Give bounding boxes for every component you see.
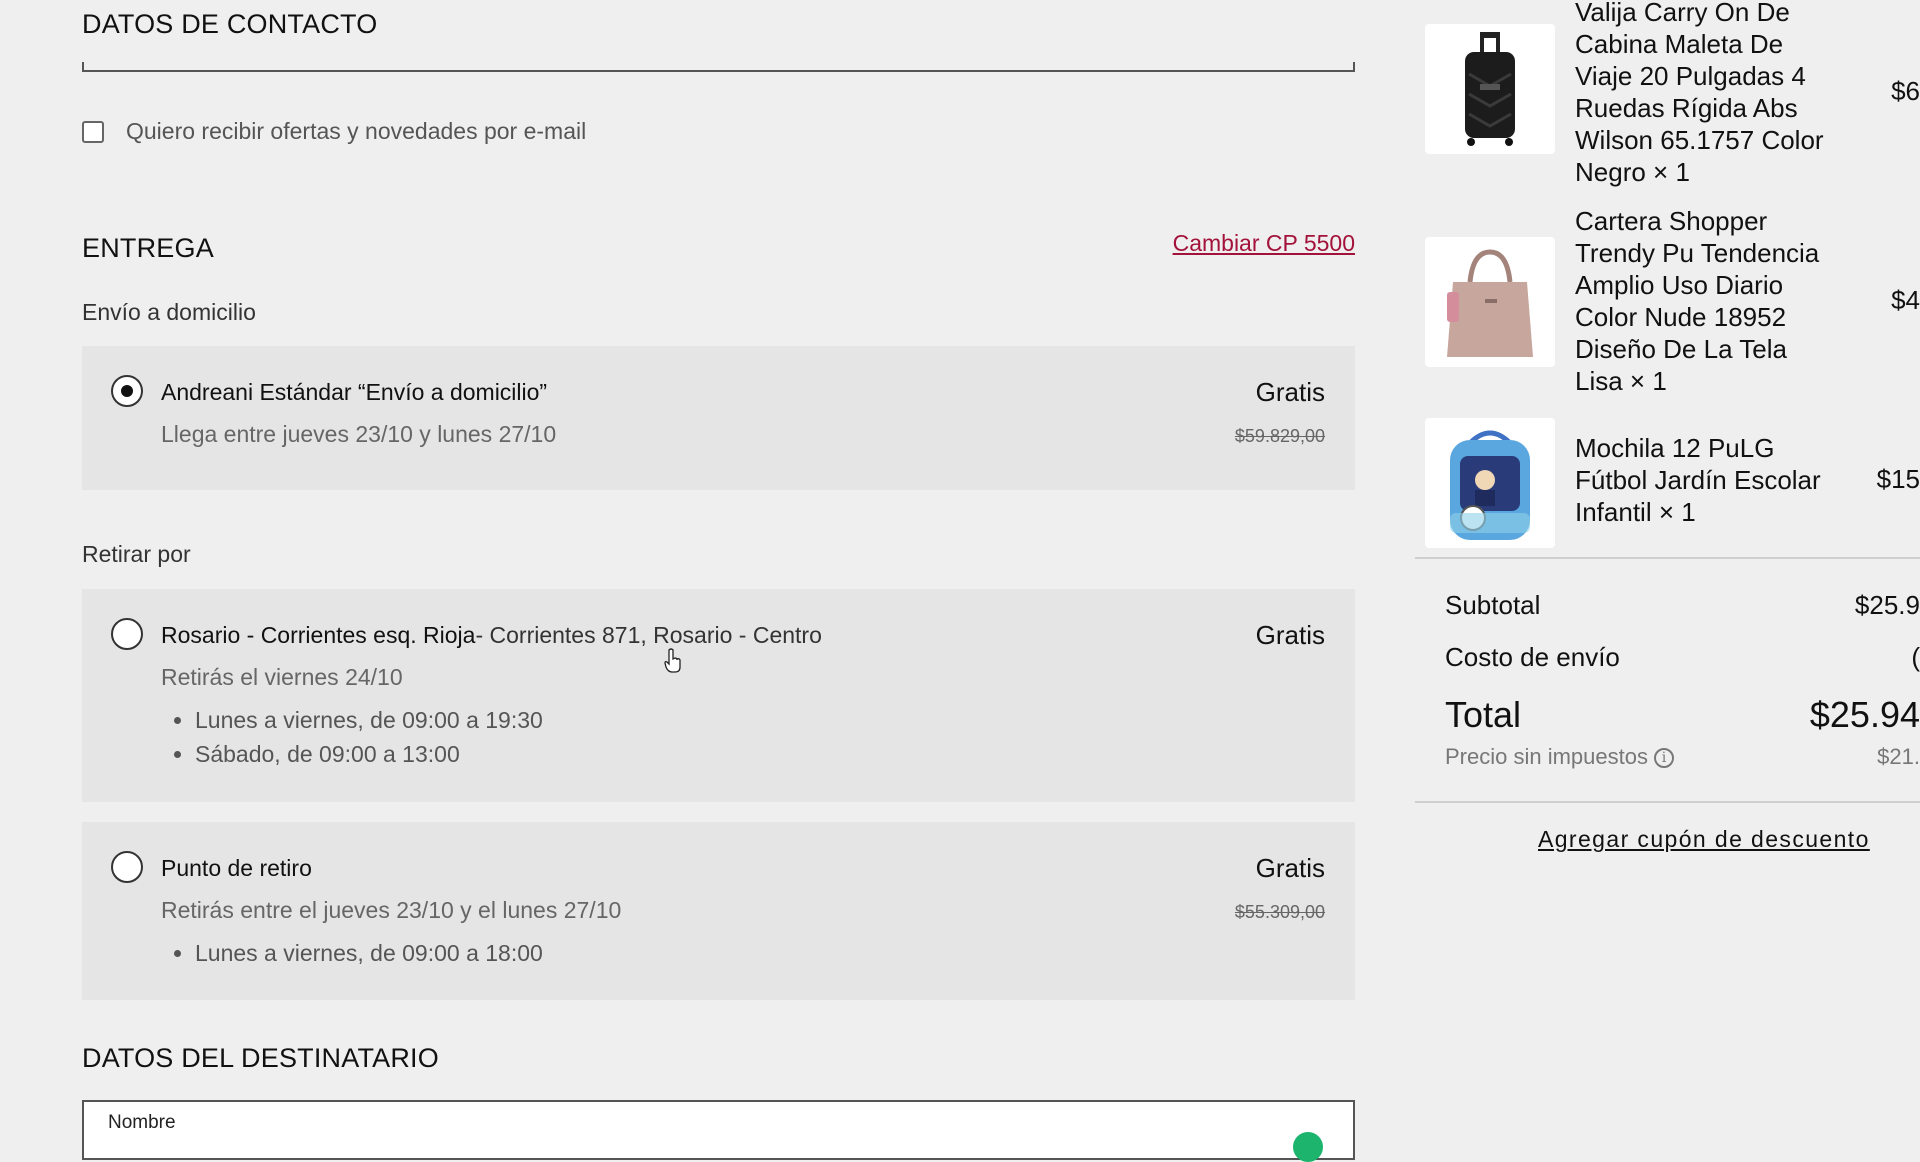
backpack-thumbnail-icon bbox=[1425, 418, 1555, 548]
total-row: Total $25.94 bbox=[1445, 694, 1920, 736]
store-name: Rosario - Corrientes esq. Rioja bbox=[161, 622, 476, 648]
delivery-section-title: ENTREGA bbox=[82, 233, 214, 263]
summary-divider bbox=[1415, 557, 1920, 559]
total-value: $25.94 bbox=[1809, 694, 1920, 735]
subtotal-row: Subtotal $25.9 bbox=[1445, 590, 1920, 621]
store-address: - Corrientes 871, Rosario - Centro bbox=[475, 622, 822, 648]
cart-item: Valija Carry On De Cabina Maleta De Viaj… bbox=[1415, 0, 1920, 190]
home-delivery-old-price: $59.829,00 bbox=[1234, 426, 1325, 446]
cart-item-price: $4 bbox=[1891, 285, 1920, 315]
shipping-cost-value: ( bbox=[1911, 642, 1920, 672]
cart-item-price: $6 bbox=[1891, 76, 1920, 106]
subtotal-value: $25.9 bbox=[1854, 590, 1920, 620]
store-pickup-title: Rosario - Corrientes esq. Rioja- Corrien… bbox=[161, 622, 822, 649]
pickup-group-label: Retirar por bbox=[82, 541, 191, 567]
home-delivery-radio[interactable] bbox=[111, 375, 143, 407]
cart-item-name: Valija Carry On De Cabina Maleta De Viaj… bbox=[1575, 0, 1824, 187]
store-pickup-price: Gratis bbox=[1255, 620, 1325, 650]
pickup-point-old-price: $55.309,00 bbox=[1234, 902, 1325, 922]
home-delivery-group-label: Envío a domicilio bbox=[82, 299, 256, 325]
pickup-point-option[interactable]: Punto de retiro Retirás entre el jueves … bbox=[82, 822, 1355, 1000]
suitcase-thumbnail-icon bbox=[1425, 24, 1555, 154]
tax-value: $21. bbox=[1877, 744, 1920, 769]
pickup-point-hours-list: Lunes a viernes, de 09:00 a 18:00 bbox=[161, 936, 543, 970]
store-pickup-radio[interactable] bbox=[111, 618, 143, 650]
order-summary: Valija Carry On De Cabina Maleta De Viaj… bbox=[1415, 0, 1920, 1140]
cart-item: Mochila 12 PuLG Fútbol Jardín Escolar In… bbox=[1415, 418, 1920, 548]
handbag-thumbnail-icon bbox=[1425, 237, 1555, 367]
info-icon[interactable]: i bbox=[1653, 748, 1674, 769]
store-pickup-date: Retirás el viernes 24/10 bbox=[161, 664, 403, 690]
name-input-label: Nombre bbox=[108, 1112, 176, 1133]
store-hours-item: Sábado, de 09:00 a 13:00 bbox=[195, 737, 543, 771]
total-label: Total bbox=[1445, 694, 1522, 735]
hand-cursor-icon bbox=[664, 648, 681, 673]
store-pickup-option[interactable]: Rosario - Corrientes esq. Rioja- Corrien… bbox=[82, 589, 1355, 802]
subtotal-label: Subtotal bbox=[1445, 590, 1541, 620]
pickup-point-radio[interactable] bbox=[111, 851, 143, 883]
tax-row: Precio sin impuestos i $21. bbox=[1445, 744, 1920, 770]
name-input[interactable]: Nombre bbox=[82, 1100, 1355, 1162]
change-postal-code-link[interactable]: Cambiar CP 5500 bbox=[1173, 230, 1355, 257]
valid-check-icon bbox=[1293, 1132, 1323, 1162]
newsletter-checkbox[interactable] bbox=[82, 120, 104, 143]
cart-item-price: $15 bbox=[1876, 464, 1920, 494]
cart-item-name: Cartera Shopper Trendy Pu Tendencia Ampl… bbox=[1575, 206, 1820, 396]
tax-label: Precio sin impuestos bbox=[1445, 744, 1648, 769]
recipient-section-title: DATOS DEL DESTINATARIO bbox=[82, 1043, 439, 1073]
home-delivery-price: Gratis bbox=[1255, 377, 1325, 407]
newsletter-label: Quiero recibir ofertas y novedades por e… bbox=[126, 118, 587, 144]
home-delivery-eta: Llega entre jueves 23/10 y lunes 27/10 bbox=[161, 421, 557, 447]
home-delivery-option[interactable]: Andreani Estándar “Envío a domicilio” Ll… bbox=[82, 346, 1355, 490]
newsletter-option[interactable]: Quiero recibir ofertas y novedades por e… bbox=[82, 118, 586, 145]
store-hours-list: Lunes a viernes, de 09:00 a 19:30 Sábado… bbox=[161, 703, 543, 771]
pickup-point-date: Retirás entre el jueves 23/10 y el lunes… bbox=[161, 897, 622, 923]
home-delivery-title: Andreani Estándar “Envío a domicilio” bbox=[161, 379, 548, 405]
pickup-point-hours-item: Lunes a viernes, de 09:00 a 18:00 bbox=[195, 936, 543, 970]
summary-divider bbox=[1415, 801, 1920, 803]
shipping-cost-row: Costo de envío ( bbox=[1445, 642, 1920, 673]
shipping-cost-label: Costo de envío bbox=[1445, 642, 1620, 672]
pickup-point-title: Punto de retiro bbox=[161, 855, 312, 881]
store-hours-item: Lunes a viernes, de 09:00 a 19:30 bbox=[195, 703, 543, 737]
cart-item-name: Mochila 12 PuLG Fútbol Jardín Escolar In… bbox=[1575, 433, 1821, 527]
pickup-point-price: Gratis bbox=[1255, 853, 1325, 883]
email-field[interactable] bbox=[82, 62, 1355, 72]
cart-item: Cartera Shopper Trendy Pu Tendencia Ampl… bbox=[1415, 205, 1920, 396]
add-coupon-link[interactable]: Agregar cupón de descuento bbox=[1538, 826, 1870, 853]
contact-section-title: DATOS DE CONTACTO bbox=[82, 9, 378, 39]
